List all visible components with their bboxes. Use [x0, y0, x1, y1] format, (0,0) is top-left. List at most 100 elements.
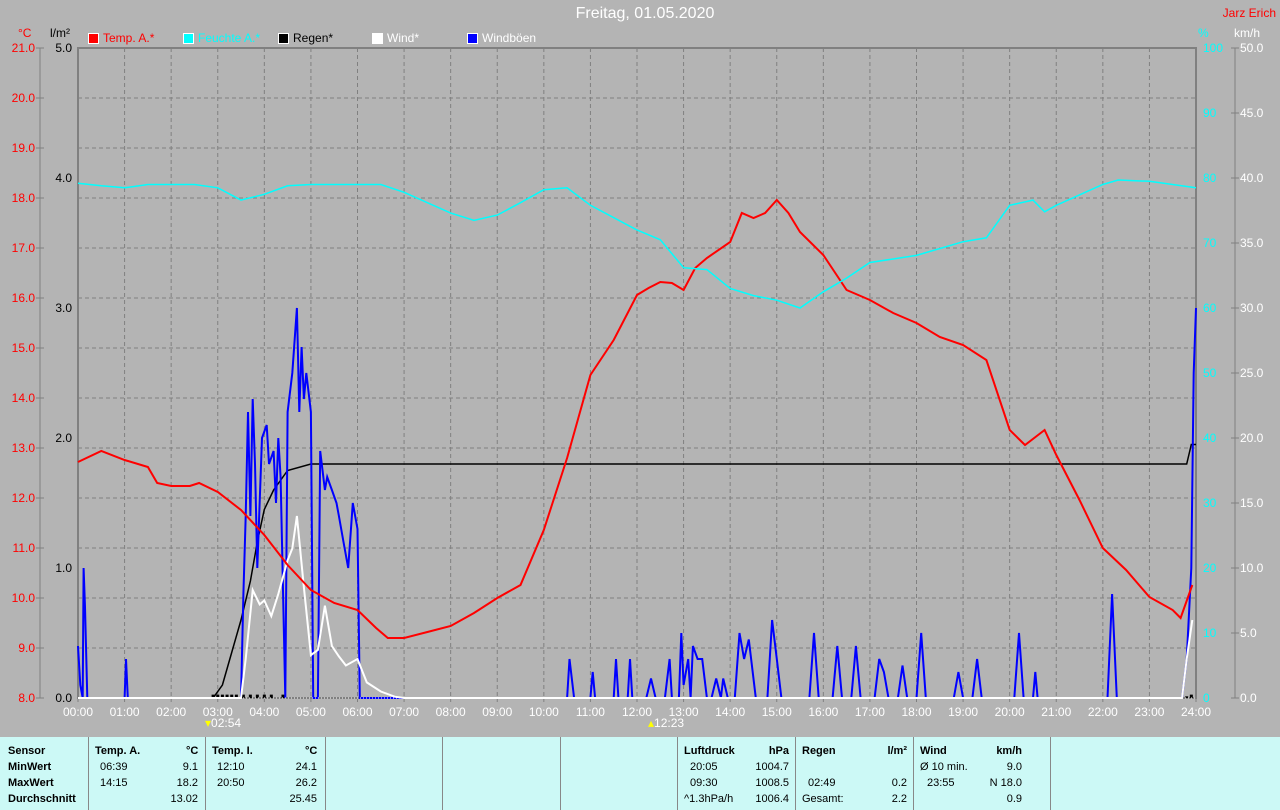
temp-a-header: Temp. A.	[95, 745, 141, 757]
wind-tick-label: 10.0	[1240, 561, 1264, 575]
pressure-min-time: 20:05	[690, 761, 718, 773]
temp-tick-label: 13.0	[12, 441, 36, 455]
humidity-tick-label: 20	[1203, 561, 1217, 575]
temp-tick-label: 11.0	[13, 541, 36, 555]
wind-tick-label: 0.0	[1240, 691, 1257, 705]
temp-tick-label: 15.0	[12, 341, 36, 355]
x-tick-label: 06:00	[342, 705, 372, 719]
sunrise-time: 02:54	[211, 716, 242, 730]
wind-tick-label: 5.0	[1240, 626, 1257, 640]
wind-max-time: 23:55	[927, 777, 955, 789]
x-tick-label: 15:00	[762, 705, 792, 719]
rain-tick-label: 5.0	[55, 41, 72, 55]
humidity-tick-label: 90	[1203, 106, 1217, 120]
humidity-tick-label: 100	[1203, 41, 1223, 55]
temp-a-unit: °C	[186, 745, 199, 757]
pressure-unit: hPa	[768, 745, 789, 757]
wind-tick-label: 30.0	[1240, 301, 1264, 315]
temp-tick-label: 18.0	[12, 191, 36, 205]
humidity-tick-label: 30	[1203, 496, 1217, 510]
x-tick-label: 22:00	[1088, 705, 1118, 719]
wind-avg-label: Ø 10 min.	[920, 761, 968, 773]
row-label-avg: Durchschnitt	[8, 793, 76, 805]
rain-tick-label: 4.0	[55, 171, 72, 185]
rain-total-label: Gesamt:	[802, 793, 844, 805]
rain-max-time: 02:49	[808, 777, 836, 789]
humidity-tick-label: 60	[1203, 301, 1217, 315]
temp-tick-label: 8.0	[18, 691, 35, 705]
temp-a-max: 18.2	[176, 777, 198, 789]
temp-tick-label: 19.0	[12, 141, 36, 155]
wind-tick-label: 45.0	[1240, 106, 1264, 120]
wind-tick-label: 15.0	[1240, 496, 1264, 510]
x-tick-label: 24:00	[1181, 705, 1211, 719]
pressure-header: Luftdruck	[684, 745, 735, 757]
wind-tick-label: 35.0	[1240, 236, 1264, 250]
humidity-tick-label: 0	[1203, 691, 1210, 705]
humidity-tick-label: 40	[1203, 431, 1217, 445]
wind-header: Wind	[920, 745, 947, 757]
x-tick-label: 00:00	[63, 705, 93, 719]
temp-tick-label: 20.0	[12, 91, 36, 105]
wind-max: N 18.0	[989, 777, 1022, 789]
humidity-tick-label: 70	[1203, 236, 1217, 250]
rain-tick-label: 3.0	[55, 301, 72, 315]
x-tick-label: 01:00	[110, 705, 140, 719]
temp-tick-label: 9.0	[18, 641, 35, 655]
temp-i-max-time: 20:50	[217, 777, 245, 789]
series-temp-a-line	[77, 198, 1194, 639]
x-tick-label: 09:00	[482, 705, 512, 719]
rain-tick-label: 0.0	[55, 691, 72, 705]
temp-i-min: 24.1	[295, 761, 317, 773]
temp-a-max-time: 14:15	[100, 777, 128, 789]
weather-chart: 8.0 9.0 10.0 11.0 12.0 13.0 14.0 15.0 16.0 17.0 18…	[12, 41, 1264, 719]
temp-a-min: 9.1	[182, 761, 198, 773]
wind-mean: 0.9	[1006, 793, 1022, 805]
pressure-avg: 1006.4	[755, 793, 789, 805]
wind-tick-label: 20.0	[1240, 431, 1264, 445]
wind-tick-label: 40.0	[1240, 171, 1264, 185]
wind-unit-footer: km/h	[996, 745, 1022, 757]
pressure-max-time: 09:30	[690, 777, 718, 789]
temp-i-max: 26.2	[295, 777, 317, 789]
rain-total: 2.2	[891, 793, 907, 805]
wind-avg: 9.0	[1006, 761, 1022, 773]
x-tick-label: 04:00	[249, 705, 279, 719]
rain-header: Regen	[802, 745, 836, 757]
temp-i-header: Temp. I.	[212, 745, 253, 757]
temp-tick-label: 21.0	[12, 41, 36, 55]
rain-tick-label: 1.0	[55, 561, 72, 575]
x-tick-label: 07:00	[389, 705, 419, 719]
sensor-header: Sensor	[8, 745, 46, 757]
x-tick-label: 19:00	[948, 705, 978, 719]
humidity-tick-label: 80	[1203, 171, 1217, 185]
temp-a-avg: 13.02	[170, 793, 198, 805]
x-tick-label: 21:00	[1041, 705, 1071, 719]
temp-i-min-time: 12:10	[217, 761, 245, 773]
x-tick-label: 11:00	[576, 705, 605, 719]
wind-tick-label: 50.0	[1240, 41, 1264, 55]
sunset-time: 12:23	[654, 716, 685, 730]
rain-max: 0.2	[891, 777, 907, 789]
x-tick-label: 20:00	[995, 705, 1025, 719]
temp-tick-label: 17.0	[12, 241, 36, 255]
summary-table: Sensor MinWert MaxWert Durchschnitt Temp…	[0, 737, 1280, 810]
x-tick-label: 17:00	[855, 705, 885, 719]
pressure-min: 1004.7	[755, 761, 789, 773]
temp-i-unit: °C	[305, 745, 318, 757]
humidity-tick-label: 10	[1203, 626, 1217, 640]
temp-tick-label: 16.0	[12, 291, 36, 305]
temp-tick-label: 12.0	[12, 491, 36, 505]
pressure-trend: ^1.3hPa/h	[684, 793, 734, 805]
temp-i-avg: 25.45	[289, 793, 317, 805]
x-tick-label: 05:00	[296, 705, 326, 719]
row-label-max: MaxWert	[8, 777, 54, 789]
temp-tick-label: 10.0	[12, 591, 36, 605]
x-tick-label: 02:00	[156, 705, 186, 719]
x-tick-label: 16:00	[808, 705, 838, 719]
row-label-min: MinWert	[8, 761, 52, 773]
pressure-max: 1008.5	[755, 777, 789, 789]
rain-unit-footer: l/m²	[887, 745, 907, 757]
sunrise-marker: ▾02:54	[205, 716, 241, 730]
humidity-tick-label: 50	[1203, 366, 1217, 380]
